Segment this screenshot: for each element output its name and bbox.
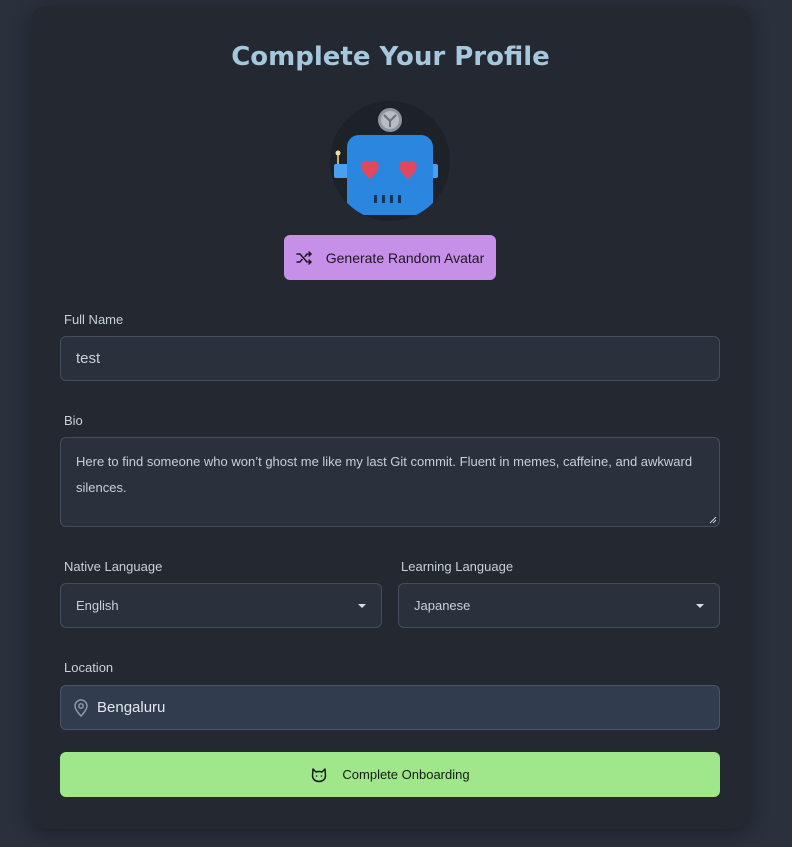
complete-onboarding-button[interactable]: Complete Onboarding [60, 752, 720, 797]
resize-grip-icon[interactable] [709, 516, 717, 524]
learning-language-value: Japanese [414, 598, 471, 613]
generate-random-avatar-label: Generate Random Avatar [325, 249, 485, 266]
shuffle-icon [295, 250, 312, 266]
map-pin-icon [73, 698, 89, 717]
native-language-value: English [76, 598, 119, 613]
chevron-down-icon [358, 603, 366, 608]
generate-random-avatar-button[interactable]: Generate Random Avatar [284, 235, 496, 280]
location-label: Location [64, 660, 114, 675]
bio-textarea[interactable]: Here to find someone who won’t ghost me … [60, 437, 720, 527]
cat-face-icon [310, 767, 328, 783]
page-title: Complete Your Profile [231, 42, 550, 72]
bio-label: Bio [64, 413, 83, 428]
full-name-label: Full Name [64, 312, 124, 327]
avatar [330, 101, 450, 221]
native-language-select[interactable]: English [60, 583, 382, 628]
location-value: Bengaluru [97, 699, 166, 716]
full-name-input[interactable]: test [60, 336, 720, 381]
native-language-label: Native Language [64, 559, 163, 574]
learning-language-select[interactable]: Japanese [398, 583, 720, 628]
location-input[interactable]: Bengaluru [60, 685, 720, 730]
learning-language-label: Learning Language [401, 559, 514, 574]
chevron-down-icon [696, 603, 704, 608]
profile-card: Complete Your Profile Generate Random Av… [31, 6, 750, 829]
bio-text: Here to find someone who won’t ghost me … [76, 454, 693, 495]
robot-avatar-icon [334, 108, 438, 215]
complete-onboarding-label: Complete Onboarding [342, 767, 470, 782]
